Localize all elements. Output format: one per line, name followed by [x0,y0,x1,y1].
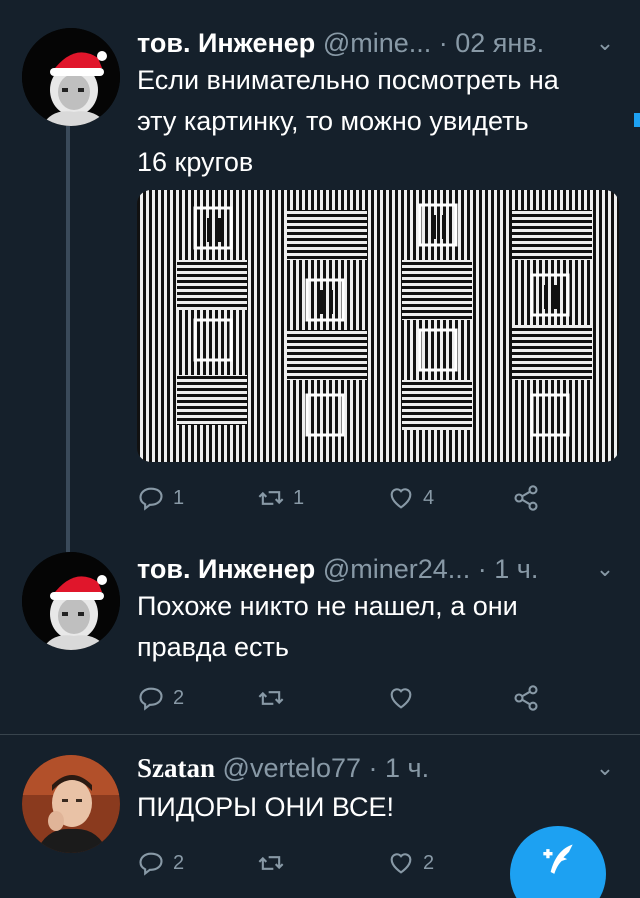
tweet-time[interactable]: · 1 ч. [478,554,539,584]
tweet-media-image[interactable] [137,190,619,462]
display-name[interactable]: Szatan [137,753,215,783]
reply-button[interactable]: 1 [137,480,184,516]
heart-icon [390,688,412,709]
user-avatar-icon [22,755,120,853]
tweet-text-line: Если внимательно посмотреть на [137,65,559,95]
reply-count: 1 [173,486,185,509]
tweet-actions: 1 1 4 [137,480,557,516]
tweet-text: Если внимательно посмотреть на эту карти… [137,60,620,183]
like-button[interactable] [387,680,415,716]
optical-illusion-image [137,190,619,462]
retweet-count: 1 [293,486,305,509]
tweet-actions: 2 [137,680,557,716]
retweet-icon [258,491,284,505]
display-name[interactable]: тов. Инженер [137,28,315,58]
heart-icon [390,488,412,509]
tweet-actions: 2 2 [137,845,557,881]
reply-count: 2 [173,851,185,874]
share-button[interactable] [512,480,540,516]
reply-icon [139,487,163,511]
tweet-header: тов. Инженер @mine... · 02 янв. ⌄ [137,28,620,58]
avatar[interactable] [22,552,120,650]
like-button[interactable]: 2 [387,845,434,881]
tweet[interactable]: тов. Инженер @mine... · 02 янв. ⌄ Если в… [0,0,640,540]
tweet-header: Szatan @vertelo77 · 1 ч. ⌄ [137,753,620,783]
compose-tweet-icon [543,844,573,874]
reply-icon [139,687,163,711]
reply-button[interactable]: 2 [137,680,184,716]
retweet-icon [258,856,284,870]
tweet-text-line: правда есть [137,632,289,662]
chevron-down-icon[interactable]: ⌄ [590,554,620,584]
reply-icon [139,852,163,876]
share-button[interactable] [512,680,540,716]
user-avatar-icon [22,28,120,126]
share-icon [514,685,538,711]
tweet-text: Похоже никто не нашел, а они правда есть [137,586,620,668]
retweet-button[interactable] [257,845,285,881]
reply-count: 2 [173,686,185,709]
tweet-time[interactable]: · 1 ч. [369,753,430,783]
tweet-text-line: ПИДОРЫ ОНИ ВСЕ! [137,792,395,822]
tweet[interactable]: тов. Инженер @miner24... · 1 ч. ⌄ Похоже… [0,540,640,730]
like-count: 2 [423,851,435,874]
retweet-button[interactable]: 1 [257,480,304,516]
like-count: 4 [423,486,435,509]
user-handle[interactable]: @vertelo77 [223,753,361,783]
like-button[interactable]: 4 [387,480,434,516]
tweet-time[interactable]: · 02 янв. [439,28,544,58]
tweet-text-line: эту картинку, то можно увидеть [137,106,529,136]
chevron-down-icon[interactable]: ⌄ [590,28,620,58]
retweet-icon [258,691,284,705]
display-name[interactable]: тов. Инженер [137,554,315,584]
tweet-text-line: Похоже никто не нашел, а они [137,591,518,621]
user-handle[interactable]: @mine... [323,28,431,58]
user-handle[interactable]: @miner24... [323,554,470,584]
share-icon [514,485,538,511]
user-avatar-icon [22,552,120,650]
avatar[interactable] [22,28,120,126]
tweet-text: ПИДОРЫ ОНИ ВСЕ! [137,787,620,828]
tweet-header: тов. Инженер @miner24... · 1 ч. ⌄ [137,554,620,584]
chevron-down-icon[interactable]: ⌄ [590,753,620,783]
heart-icon [390,853,412,874]
avatar[interactable] [22,755,120,853]
tweet-text-line: 16 кругов [137,147,254,177]
reply-button[interactable]: 2 [137,845,184,881]
retweet-button[interactable] [257,680,285,716]
